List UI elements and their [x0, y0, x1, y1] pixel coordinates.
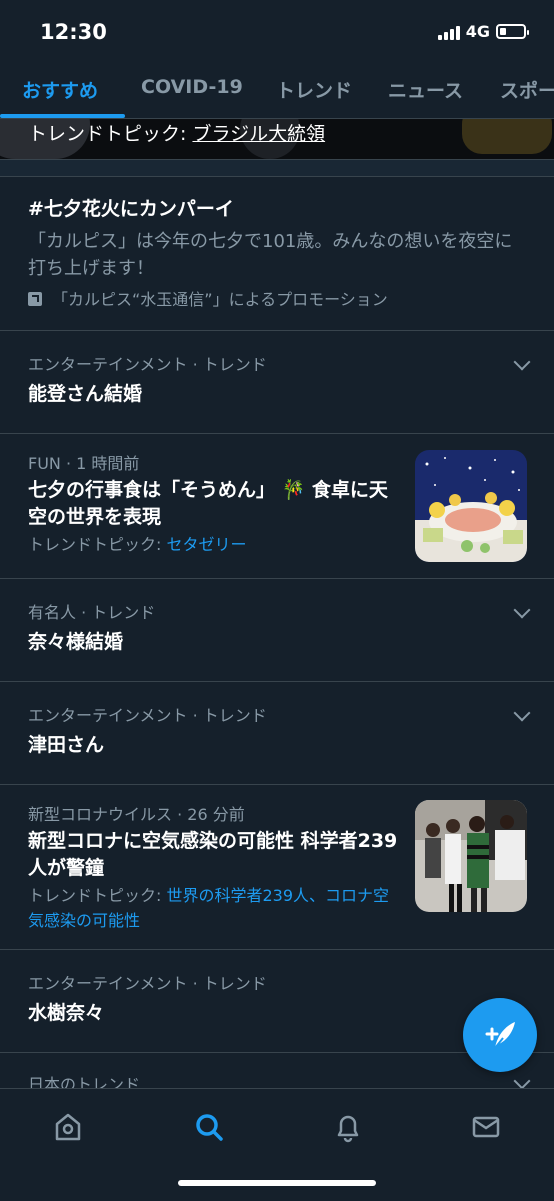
tab-news[interactable]: ニュース [388, 76, 463, 103]
battery-icon [496, 24, 529, 39]
nav-notifications[interactable] [328, 1107, 368, 1147]
trend-item[interactable]: エンターテインメント · トレンド 津田さん [0, 682, 554, 785]
food-thumbnail-image [415, 450, 527, 562]
hero-topic-text: トレンドトピック: ブラジル大統領 [28, 119, 325, 146]
promo-attribution: 「カルピス“水玉通信”」によるプロモーション [28, 286, 388, 310]
trend-topic: トレンドトピック: 世界の科学者239人、コロナ空気感染の可能性 [28, 883, 403, 933]
trend-item[interactable]: エンターテインメント · トレンド 能登さん結婚 [0, 331, 554, 434]
news-thumbnail[interactable] [415, 800, 527, 912]
hero-banner[interactable]: トレンドトピック: ブラジル大統領 [0, 119, 554, 159]
home-indicator[interactable] [178, 1180, 376, 1186]
trend-item-news[interactable]: FUN · 1 時間前 七夕の行事食は「そうめん」 🎋 食卓に天空の世界を表現 … [0, 434, 554, 579]
status-bar: 12:30 4G [0, 0, 554, 64]
hero-topic-link[interactable]: ブラジル大統領 [192, 123, 325, 145]
trend-item-news[interactable]: 新型コロナウイルス · 26 分前 新型コロナに空気感染の可能性 科学者239人… [0, 785, 554, 950]
explore-tabs: おすすめ COVID-19 トレンド ニュース スポー [0, 64, 554, 119]
bell-icon [337, 1115, 359, 1143]
trend-topic-prefix: トレンドトピック: [28, 886, 167, 905]
trend-topic-link[interactable]: セタゼリー [166, 535, 246, 554]
trend-title: 能登さん結婚 [28, 383, 143, 405]
search-icon [196, 1114, 223, 1141]
tab-covid19[interactable]: COVID-19 [141, 76, 243, 98]
signal-icon [437, 24, 460, 40]
section-separator [0, 159, 554, 177]
tab-recommended[interactable]: おすすめ [22, 76, 98, 103]
nav-messages[interactable] [466, 1107, 506, 1147]
trend-item[interactable]: 有名人 · トレンド 奈々様結婚 [0, 579, 554, 682]
trend-title: 水樹奈々 [28, 1002, 105, 1024]
trend-title: 津田さん [28, 734, 105, 756]
trend-meta: エンターテインメント · トレンド [28, 974, 267, 993]
promo-title: #七夕花火にカンパーイ [28, 198, 234, 220]
nav-search[interactable] [189, 1107, 229, 1147]
trend-meta: FUN · 1 時間前 [28, 454, 140, 473]
status-indicators: 4G [437, 22, 529, 41]
chevron-down-icon[interactable] [513, 353, 531, 371]
chevron-down-icon[interactable] [513, 704, 531, 722]
chevron-down-icon[interactable] [513, 601, 531, 619]
trend-title: 七夕の行事食は「そうめん」 🎋 食卓に天空の世界を表現 [28, 479, 388, 528]
promoted-icon [28, 292, 42, 306]
trend-topic-prefix: トレンドトピック: [28, 535, 167, 554]
trend-meta: 新型コロナウイルス · 26 分前 [28, 805, 245, 824]
mail-icon [472, 1116, 500, 1138]
trend-meta: エンターテインメント · トレンド [28, 355, 267, 374]
crowd-thumbnail-image [415, 800, 527, 912]
compose-tweet-button[interactable] [463, 998, 537, 1072]
promo-attribution-text: 「カルピス“水玉通信”」によるプロモーション [52, 290, 388, 309]
trend-title: 奈々様結婚 [28, 631, 124, 653]
home-icon [55, 1113, 81, 1141]
hero-topic-prefix: トレンドトピック: [28, 123, 193, 145]
chevron-down-icon[interactable] [513, 1072, 531, 1090]
trend-title: 新型コロナに空気感染の可能性 科学者239人が警鐘 [28, 830, 398, 879]
promo-description: 「カルピス」は今年の七夕で101歳。みんなの想いを夜空に打ち上げます！ [28, 231, 513, 279]
promoted-trend[interactable]: #七夕花火にカンパーイ 「カルピス」は今年の七夕で101歳。みんなの想いを夜空に… [0, 176, 554, 331]
trend-meta: 有名人 · トレンド [28, 603, 156, 622]
trend-meta: エンターテインメント · トレンド [28, 706, 267, 725]
status-time: 12:30 [40, 20, 107, 44]
tab-trends[interactable]: トレンド [276, 76, 352, 103]
news-thumbnail[interactable] [415, 450, 527, 562]
nav-home[interactable] [48, 1107, 88, 1147]
active-tab-indicator [0, 114, 125, 118]
tab-sports[interactable]: スポー [500, 76, 554, 103]
compose-tweet-icon [485, 1022, 515, 1049]
network-type: 4G [465, 22, 490, 41]
trend-topic: トレンドトピック: セタゼリー [28, 532, 403, 557]
